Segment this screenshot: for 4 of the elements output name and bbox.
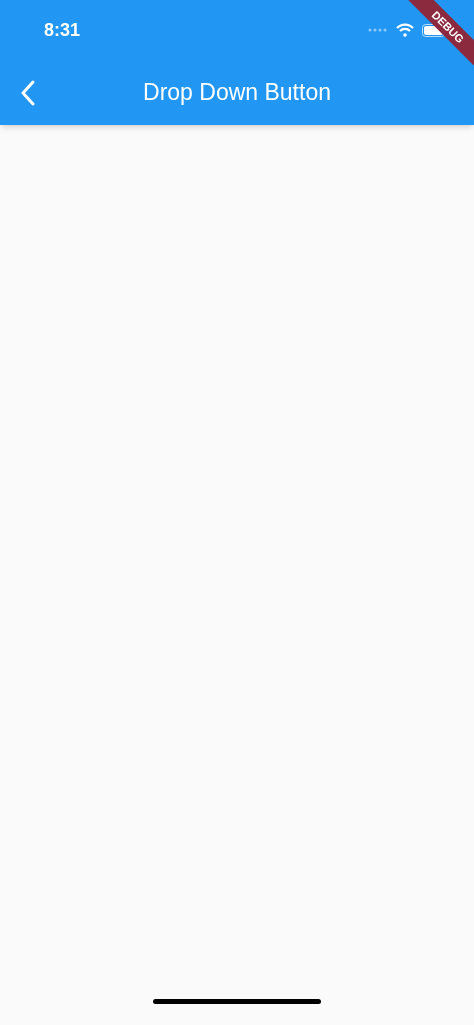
signal-icon bbox=[368, 28, 388, 32]
app-bar-title: Drop Down Button bbox=[143, 78, 331, 108]
wifi-icon bbox=[396, 23, 414, 37]
status-time: 8:31 bbox=[44, 18, 81, 42]
